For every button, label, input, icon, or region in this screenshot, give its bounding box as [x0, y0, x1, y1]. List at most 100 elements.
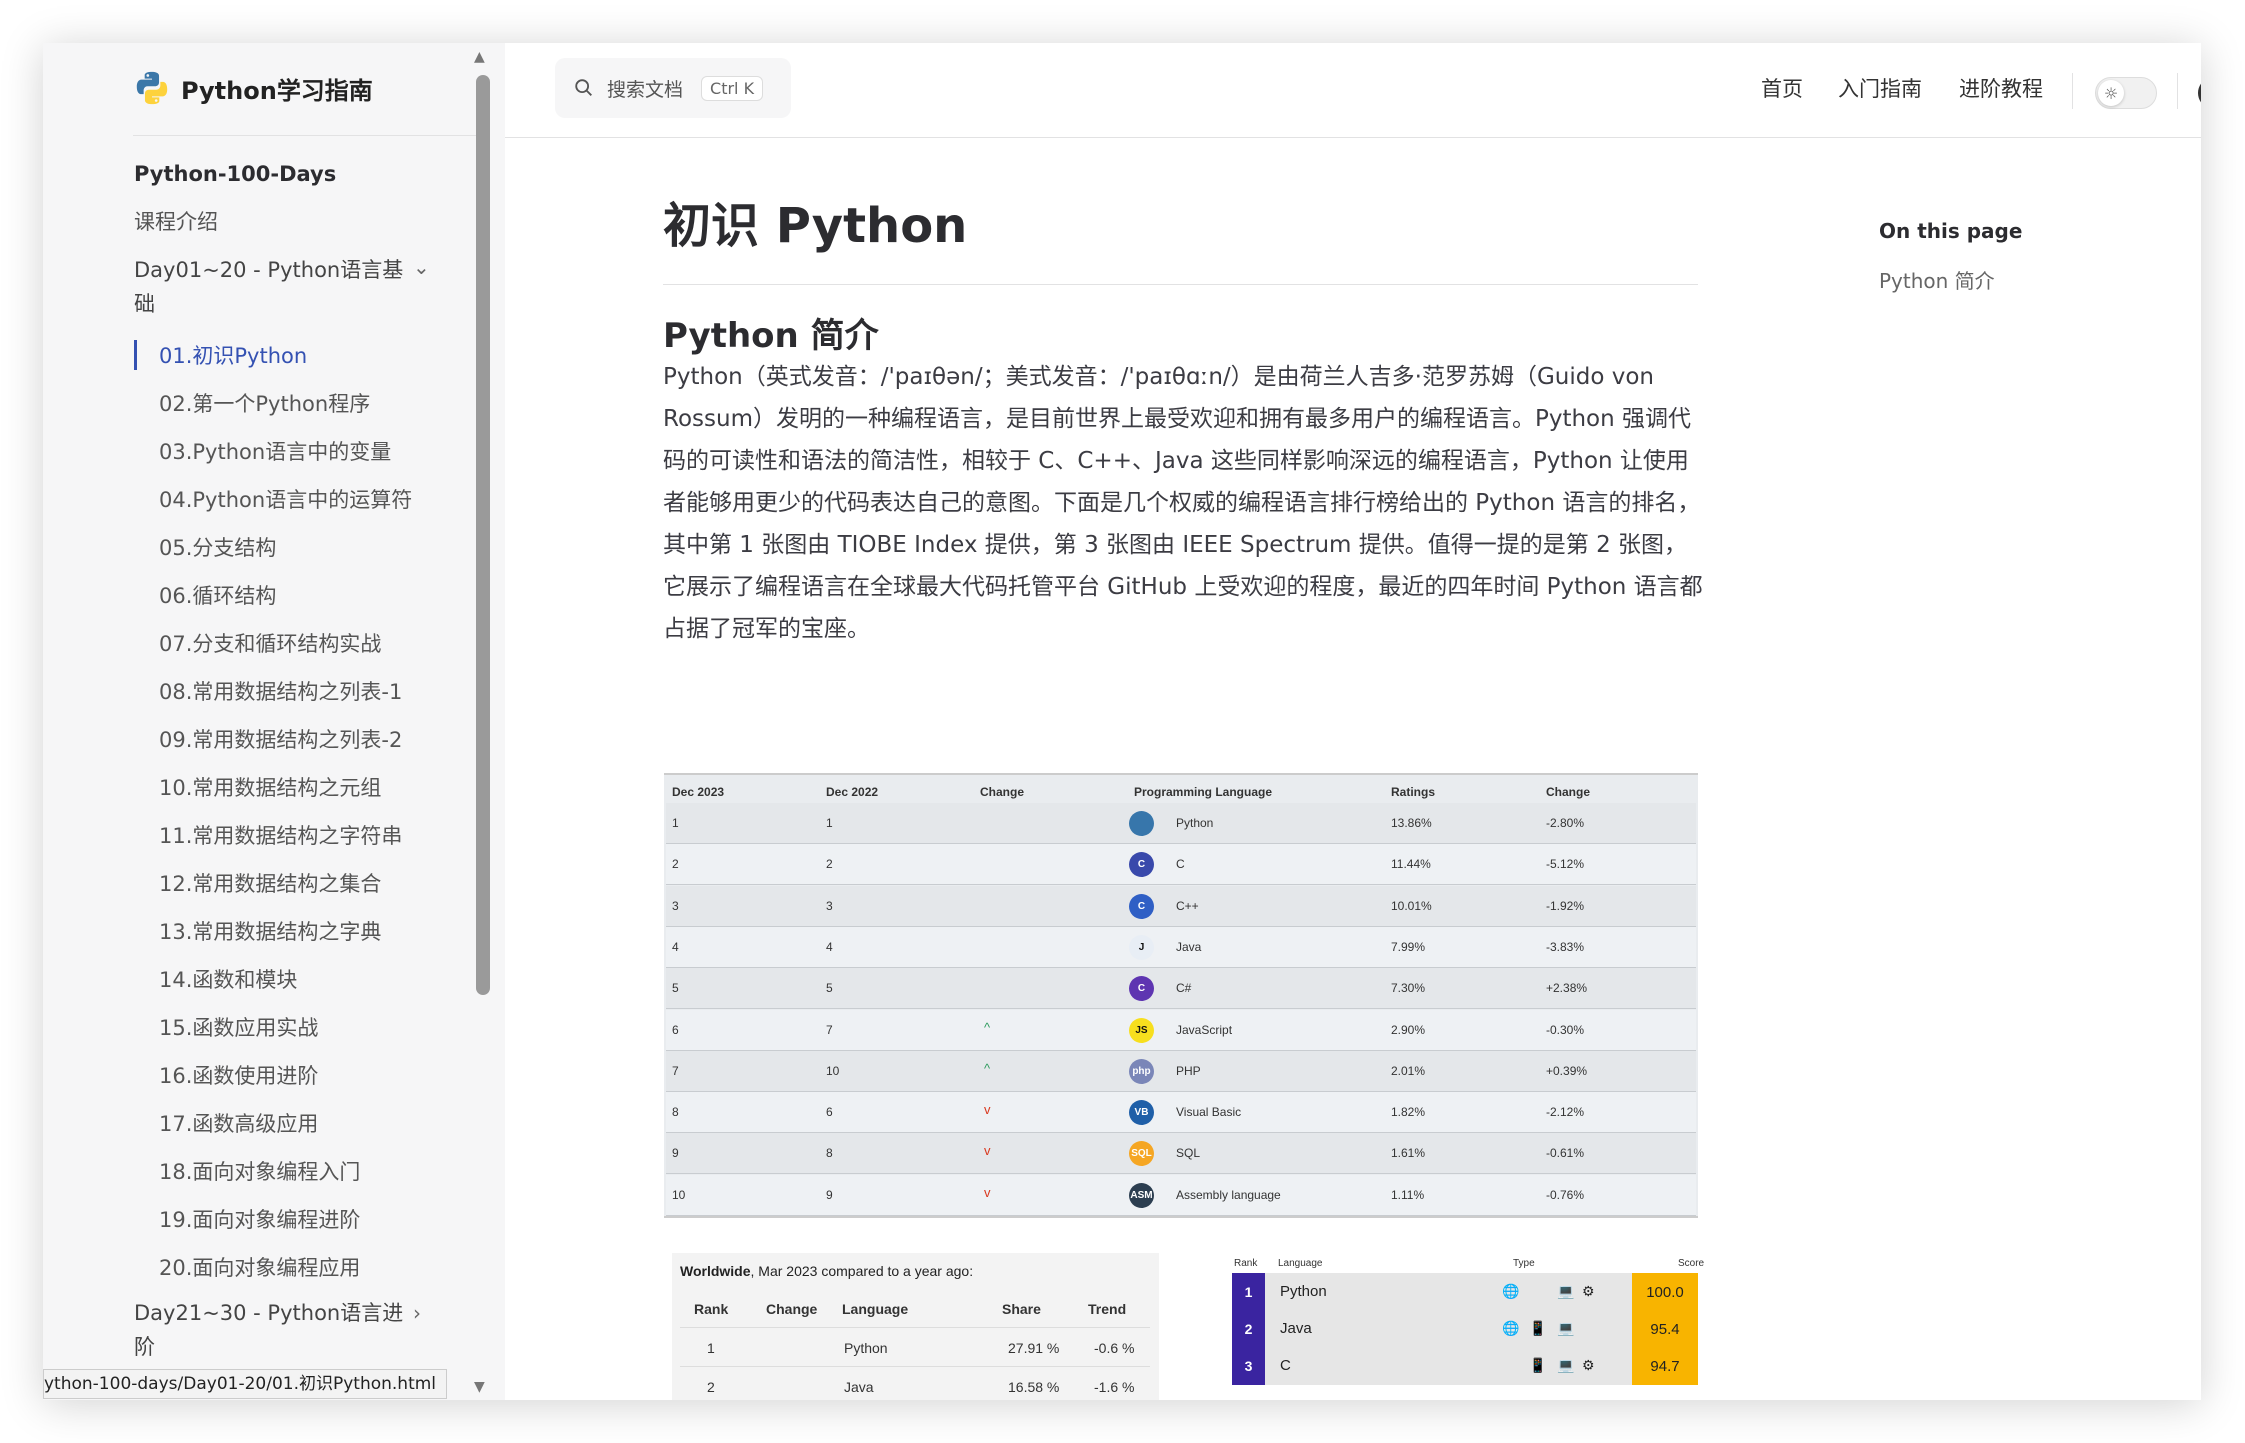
sidebar-item-lesson[interactable]: 03.Python语言中的变量	[159, 436, 391, 466]
sidebar-item-lesson[interactable]: 02.第一个Python程序	[159, 388, 370, 418]
sidebar-item-intro[interactable]: 课程介绍	[134, 205, 218, 239]
sidebar-item-lesson[interactable]: 08.常用数据结构之列表-1	[159, 676, 402, 706]
tiobe-change-arrow-icon: v	[984, 1184, 991, 1200]
sidebar-group-day21-30[interactable]: Day21~30 - Python语言进阶	[134, 1296, 404, 1364]
tiobe-cell-rank: 1	[672, 816, 679, 830]
tiobe-cell-change: -1.92%	[1546, 898, 1585, 913]
tiobe-cell-change: +0.39%	[1546, 1063, 1588, 1078]
sidebar-scrollbar[interactable]	[476, 75, 490, 995]
sidebar-item-lesson[interactable]: 19.面向对象编程进阶	[159, 1204, 360, 1234]
section-heading: Python 简介	[663, 316, 879, 356]
tiobe-cell-prev-rank: 2	[826, 857, 833, 872]
ieee-rank-badge: 1	[1232, 1273, 1265, 1311]
sidebar-item-lesson[interactable]: 20.面向对象编程应用	[159, 1252, 360, 1282]
tiobe-row: 1 1 Python 13.86% -2.80%	[666, 803, 1696, 844]
tiobe-header-dec2022: Dec 2022	[826, 785, 879, 799]
sidebar-item-lesson[interactable]: 10.常用数据结构之元组	[159, 772, 381, 802]
tiobe-cell-rating: 7.99%	[1391, 939, 1426, 954]
sidebar-item-lesson[interactable]: 16.函数使用进阶	[159, 1060, 318, 1090]
ww-header-trend: Trend	[1088, 1301, 1127, 1317]
search-icon	[575, 79, 592, 96]
sidebar-item-lesson[interactable]: 05.分支结构	[159, 532, 276, 562]
language-logo-icon: J	[1129, 934, 1154, 960]
browser-window: Python学习指南 Python-100-Days 课程介绍 Day01~20…	[43, 43, 2201, 1400]
desktop-icon: 💻	[1557, 1357, 1575, 1373]
ieee-language: Python	[1280, 1283, 1327, 1300]
tiobe-cell-change: -0.30%	[1546, 1022, 1585, 1037]
nav-home[interactable]: 首页	[1761, 73, 1803, 103]
nav-getting-started[interactable]: 入门指南	[1838, 73, 1922, 103]
link-status-bar: ython-100-days/Day01-20/01.初识Python.html	[43, 1369, 448, 1399]
language-logo-icon: C	[1129, 852, 1154, 878]
tiobe-cell-language: SQL	[1176, 1146, 1201, 1161]
sidebar-item-lesson[interactable]: 12.常用数据结构之集合	[159, 868, 381, 898]
divider	[680, 1327, 1150, 1328]
chevron-down-icon[interactable]: ⌄	[413, 255, 430, 279]
sidebar-item-lesson[interactable]: 17.函数高级应用	[159, 1108, 318, 1138]
tiobe-row: 4 4 J Java 7.99% -3.83%	[666, 926, 1696, 968]
tiobe-cell-prev-rank: 8	[826, 1146, 833, 1161]
language-logo-icon: SQL	[1129, 1141, 1154, 1167]
tiobe-cell-language: Python	[1176, 816, 1214, 830]
ieee-header-score: Score	[1678, 1258, 1705, 1269]
tiobe-cell-prev-rank: 9	[826, 1187, 833, 1202]
scroll-up-arrow-icon[interactable]: ▲	[474, 49, 485, 65]
page-title: 初识 Python	[663, 198, 968, 254]
sidebar-group-day01-20[interactable]: Day01~20 - Python语言基础	[134, 253, 404, 321]
python-logo-icon	[136, 71, 168, 105]
tiobe-cell-rating: 11.44%	[1391, 857, 1431, 872]
sidebar-item-lesson[interactable]: 11.常用数据结构之字符串	[159, 820, 402, 850]
github-icon[interactable]	[2198, 77, 2201, 109]
tiobe-cell-rank: 8	[672, 1105, 679, 1120]
sidebar: Python学习指南 Python-100-Days 课程介绍 Day01~20…	[43, 43, 505, 1400]
ww-cell: 27.91 %	[1008, 1340, 1060, 1356]
scroll-down-arrow-icon[interactable]: ▼	[474, 1379, 485, 1395]
search-button[interactable]: 搜索文档 Ctrl K	[555, 58, 791, 118]
tiobe-cell-prev-rank: 6	[826, 1105, 833, 1120]
active-indicator	[134, 340, 137, 370]
language-logo-icon: VB	[1129, 1100, 1154, 1126]
tiobe-cell-prev-rank: 4	[826, 939, 833, 954]
sidebar-item-lesson[interactable]: 06.循环结构	[159, 580, 276, 610]
tiobe-header-ratings: Ratings	[1391, 785, 1436, 799]
worldwide-caption-rest: , Mar 2023 compared to a year ago:	[750, 1263, 974, 1279]
tiobe-cell-rating: 1.61%	[1391, 1146, 1426, 1161]
tiobe-cell-rank: 3	[672, 898, 679, 913]
ieee-rank-badge: 2	[1232, 1310, 1265, 1348]
nav-advanced[interactable]: 进阶教程	[1959, 73, 2043, 103]
sidebar-item-lesson[interactable]: 04.Python语言中的运算符	[159, 484, 412, 514]
sidebar-item-lesson[interactable]: 15.函数应用实战	[159, 1012, 318, 1042]
ww-cell: Java	[844, 1379, 874, 1395]
ww-cell: 2	[707, 1379, 715, 1395]
tiobe-ranking-image: Dec 2023 Dec 2022 Change Programming Lan…	[664, 773, 1698, 1218]
tiobe-cell-prev-rank: 7	[826, 1022, 833, 1037]
tiobe-cell-change: -2.12%	[1546, 1105, 1585, 1120]
site-logo-link[interactable]: Python学习指南	[133, 69, 373, 107]
worldwide-caption-bold: Worldwide	[680, 1263, 751, 1279]
sidebar-item-lesson[interactable]: 18.面向对象编程入门	[159, 1156, 360, 1186]
sidebar-item-lesson[interactable]: 09.常用数据结构之列表-2	[159, 724, 402, 754]
tiobe-change-arrow-icon: ^	[984, 1019, 991, 1035]
divider	[133, 135, 490, 136]
mobile-icon: 📱	[1529, 1357, 1547, 1373]
tiobe-cell-rank: 2	[672, 857, 679, 872]
sidebar-item-lesson[interactable]: 14.函数和模块	[159, 964, 297, 994]
tiobe-cell-change: -0.61%	[1546, 1146, 1585, 1161]
tiobe-cell-language: C	[1176, 857, 1185, 872]
ww-cell: -1.6 %	[1094, 1379, 1135, 1395]
tiobe-row: 10 9 v ASM Assembly language 1.11% -0.76%	[666, 1174, 1696, 1216]
tiobe-cell-change: +2.38%	[1546, 981, 1588, 996]
outline-link-python-intro[interactable]: Python 简介	[1879, 265, 1995, 294]
language-logo-icon: C	[1129, 976, 1154, 1002]
sidebar-item-lesson[interactable]: 01.初识Python	[159, 340, 307, 370]
sidebar-item-lesson[interactable]: 07.分支和循环结构实战	[159, 628, 381, 658]
divider	[663, 284, 1698, 285]
sidebar-item-lesson[interactable]: 13.常用数据结构之字典	[159, 916, 381, 946]
theme-toggle[interactable]: ☼	[2095, 77, 2157, 109]
chevron-right-icon[interactable]: ›	[413, 1301, 421, 1325]
language-logo-icon: php	[1129, 1058, 1154, 1084]
web-icon: 🌐	[1502, 1283, 1520, 1299]
tiobe-cell-change: -2.80%	[1546, 816, 1585, 830]
ieee-score: 95.4	[1632, 1310, 1698, 1348]
ieee-header-language: Language	[1278, 1258, 1323, 1269]
